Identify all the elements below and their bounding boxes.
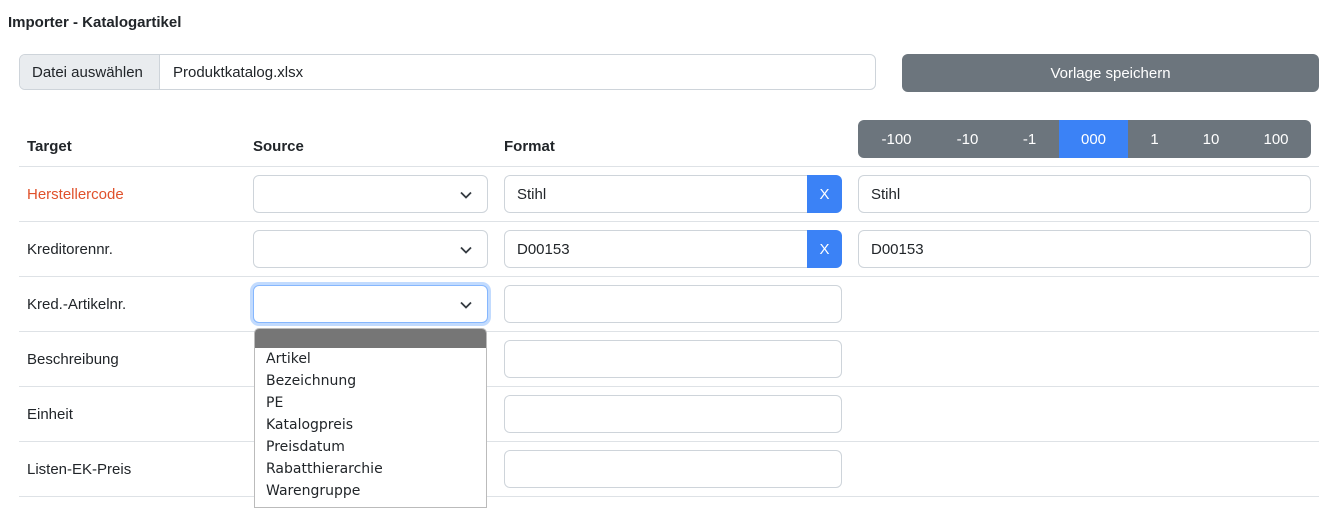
target-beschreibung: Beschreibung — [27, 351, 119, 368]
dropdown-empty-option-highlighted[interactable] — [255, 329, 486, 348]
page-title: Importer - Katalogartikel — [8, 14, 182, 31]
selected-filename: Produktkatalog.xlsx — [173, 63, 304, 81]
row-divider — [19, 441, 1319, 442]
file-picker[interactable]: Datei auswählen Produktkatalog.xlsx — [19, 54, 876, 90]
header-divider — [19, 166, 1319, 167]
step-plus-10[interactable]: 10 — [1181, 120, 1241, 158]
dropdown-option[interactable]: Preisdatum — [255, 436, 486, 458]
format-input-kreditorennr[interactable]: D00153 — [504, 230, 808, 268]
target-kreditorennr: Kreditorennr. — [27, 241, 113, 258]
preview-kreditorennr: D00153 — [858, 230, 1311, 268]
row-divider — [19, 221, 1319, 222]
clear-format-button[interactable]: X — [807, 230, 842, 268]
format-input-listen-ek-preis[interactable] — [504, 450, 842, 488]
step-minus-1[interactable]: -1 — [1000, 120, 1059, 158]
dropdown-option[interactable]: Artikel — [255, 348, 486, 370]
format-input-beschreibung[interactable] — [504, 340, 842, 378]
format-input-einheit[interactable] — [504, 395, 842, 433]
step-plus-1[interactable]: 1 — [1128, 120, 1181, 158]
dropdown-option[interactable]: PE — [255, 392, 486, 414]
choose-file-button[interactable]: Datei auswählen — [20, 55, 160, 89]
header-format: Format — [504, 138, 555, 155]
format-input-kred-artikelnr[interactable] — [504, 285, 842, 323]
save-template-button[interactable]: Vorlage speichern — [902, 54, 1319, 92]
target-herstellercode: Herstellercode — [27, 186, 124, 203]
chevron-down-icon — [460, 191, 472, 199]
dropdown-option[interactable]: Rabatthierarchie — [255, 458, 486, 480]
preview-herstellercode: Stihl — [858, 175, 1311, 213]
source-dropdown-list: Artikel Bezeichnung PE Katalogpreis Prei… — [254, 328, 487, 508]
source-select-kreditorennr[interactable] — [253, 230, 488, 268]
header-target: Target — [27, 138, 72, 155]
target-einheit: Einheit — [27, 406, 73, 423]
step-zero[interactable]: 000 — [1059, 120, 1128, 158]
chevron-down-icon — [460, 301, 472, 309]
source-select-herstellercode[interactable] — [253, 175, 488, 213]
source-select-kred-artikelnr[interactable] — [253, 285, 488, 323]
dropdown-option[interactable]: Warengruppe — [255, 480, 486, 502]
step-minus-10[interactable]: -10 — [935, 120, 1000, 158]
clear-format-button[interactable]: X — [807, 175, 842, 213]
dropdown-option[interactable]: Katalogpreis — [255, 414, 486, 436]
format-input-herstellercode[interactable]: Stihl — [504, 175, 808, 213]
chevron-down-icon — [460, 246, 472, 254]
target-listen-ek-preis: Listen-EK-Preis — [27, 461, 132, 478]
row-divider — [19, 496, 1319, 497]
row-divider — [19, 386, 1319, 387]
offset-stepper: -100 -10 -1 000 1 10 100 — [858, 120, 1311, 158]
target-kred-artikelnr: Kred.-Artikelnr. — [27, 296, 127, 313]
step-plus-100[interactable]: 100 — [1241, 120, 1311, 158]
row-divider — [19, 331, 1319, 332]
row-divider — [19, 276, 1319, 277]
dropdown-option[interactable]: Bezeichnung — [255, 370, 486, 392]
step-minus-100[interactable]: -100 — [858, 120, 935, 158]
header-source: Source — [253, 138, 304, 155]
